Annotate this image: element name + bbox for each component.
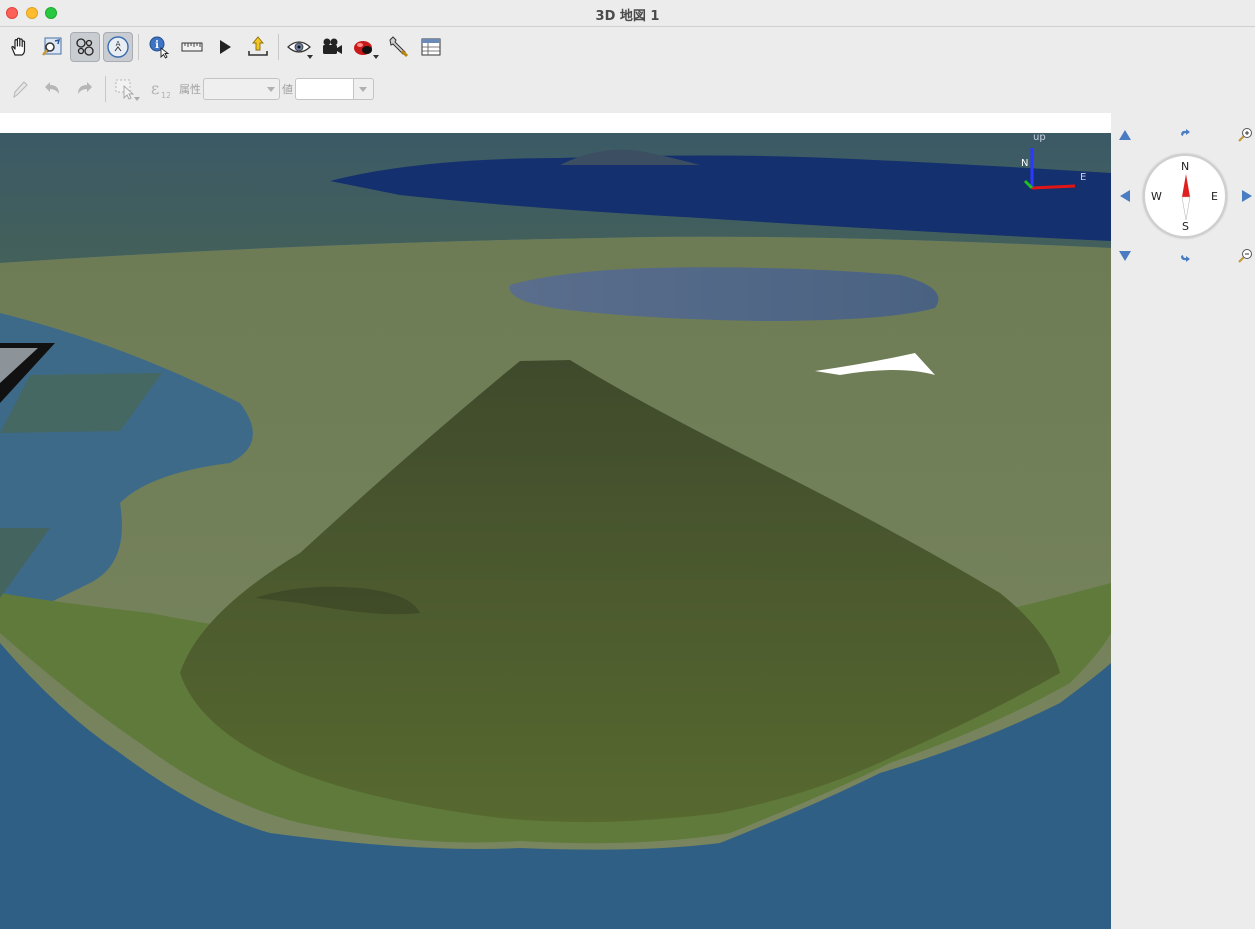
expression-button[interactable]: ε 123 xyxy=(144,74,174,104)
compass-dial[interactable]: N S E W xyxy=(1143,154,1227,238)
tilt-down-button[interactable] xyxy=(1117,248,1133,264)
3d-map-canvas[interactable]: up N E xyxy=(0,113,1111,929)
pan-right-button[interactable] xyxy=(1239,188,1255,204)
toolbar-separator xyxy=(138,34,139,60)
zoom-full-button[interactable] xyxy=(37,32,67,62)
compass-icon: A xyxy=(107,36,129,58)
compass-south-label: S xyxy=(1182,220,1189,233)
video-button[interactable] xyxy=(317,32,347,62)
play-icon xyxy=(220,40,231,54)
toolbar-separator xyxy=(105,76,106,102)
export-icon xyxy=(248,36,268,56)
measure-button[interactable] xyxy=(177,32,207,62)
select-features-button[interactable] xyxy=(111,74,141,104)
rotate-right-button[interactable] xyxy=(1177,248,1193,264)
window-title: 3D 地図 1 xyxy=(595,9,660,24)
qgis-3d-map-window: 3D 地図 1 A i ε 12 属性 値 up N E N S E W xyxy=(0,0,1255,929)
animation-button[interactable] xyxy=(210,32,240,62)
wrench-icon xyxy=(389,36,409,58)
undo-icon xyxy=(45,82,59,94)
triangle-up-icon xyxy=(1119,130,1131,140)
main-toolbar: A i xyxy=(4,29,449,65)
rotate-icon xyxy=(1181,255,1190,262)
pan-button[interactable] xyxy=(4,32,34,62)
terrain-scene: up N E xyxy=(0,113,1111,929)
value-combobox xyxy=(295,78,374,100)
zoom-out-button[interactable] xyxy=(1237,248,1253,264)
toggle-navigation-button[interactable] xyxy=(70,32,100,62)
value-label: 値 xyxy=(282,83,293,96)
pan-left-button[interactable] xyxy=(1117,188,1133,204)
camera-view-button[interactable] xyxy=(284,32,314,62)
zoom-in-icon xyxy=(1238,128,1252,142)
axis-north-label: N xyxy=(1021,158,1028,169)
redo-button[interactable] xyxy=(70,74,100,104)
axis-up-label: up xyxy=(1033,132,1046,143)
edit-pencil-button[interactable] xyxy=(4,74,34,104)
compass-east-label: E xyxy=(1211,190,1218,203)
attribute-label: 属性 xyxy=(179,83,201,96)
edit-toolbar: ε 123 属性 値 xyxy=(4,71,374,107)
undo-button[interactable] xyxy=(37,74,67,104)
pencil-icon xyxy=(13,81,28,99)
rotate-left-button[interactable] xyxy=(1177,127,1193,143)
toolbar-separator xyxy=(278,34,279,60)
rotate-icon xyxy=(1181,129,1190,136)
configure-button[interactable] xyxy=(383,32,413,62)
expression-epsilon-icon: ε 123 xyxy=(151,79,170,100)
camera-navigation-button[interactable]: A xyxy=(103,32,133,62)
triangle-left-icon xyxy=(1120,190,1130,202)
export-button[interactable] xyxy=(243,32,273,62)
svg-text:ε: ε xyxy=(151,79,159,98)
svg-text:123: 123 xyxy=(161,91,170,100)
chevron-down-icon xyxy=(267,87,275,92)
video-camera-icon xyxy=(323,38,342,54)
attribute-select[interactable] xyxy=(203,78,280,100)
compass-west-label: W xyxy=(1151,190,1162,203)
title-bar: 3D 地図 1 xyxy=(0,0,1255,27)
zoom-out-icon xyxy=(1238,249,1252,263)
chevron-down-icon xyxy=(359,87,367,92)
chevron-down-icon xyxy=(373,55,379,59)
triangle-down-icon xyxy=(1119,251,1131,261)
zoom-full-icon xyxy=(42,37,62,56)
hand-icon xyxy=(11,37,26,56)
value-dropdown-button[interactable] xyxy=(354,78,374,100)
navigation-widget-icon xyxy=(76,38,94,56)
zoom-in-button[interactable] xyxy=(1237,127,1253,143)
identify-icon: i xyxy=(149,36,170,59)
tilt-up-button[interactable] xyxy=(1117,127,1133,143)
redo-icon xyxy=(78,82,92,94)
effects-button[interactable] xyxy=(350,32,380,62)
chevron-down-icon xyxy=(307,55,313,59)
svg-text:i: i xyxy=(155,40,159,51)
compass-north-label: N xyxy=(1181,160,1190,173)
table-icon xyxy=(421,38,441,56)
axis-east-label: E xyxy=(1080,172,1086,183)
triangle-right-icon xyxy=(1242,190,1252,202)
compass-needle-icon xyxy=(1181,174,1191,220)
navigation-widget: N S E W xyxy=(1111,113,1255,929)
ruler-icon xyxy=(181,42,203,52)
table-button[interactable] xyxy=(416,32,446,62)
identify-button[interactable]: i xyxy=(144,32,174,62)
chevron-down-icon xyxy=(134,97,140,101)
value-input[interactable] xyxy=(295,78,354,100)
